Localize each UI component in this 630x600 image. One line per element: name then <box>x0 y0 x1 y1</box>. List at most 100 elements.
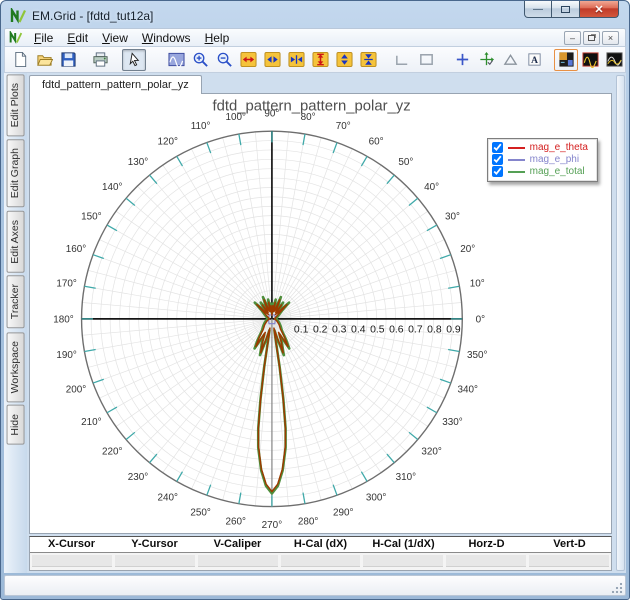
radial-label: 0.9 <box>446 325 461 336</box>
legend-label: mag_e_phi <box>529 154 580 165</box>
sidebar-tab-edit-graph[interactable]: Edit Graph <box>6 139 25 208</box>
angle-label: 170° <box>56 279 77 290</box>
add-marker-button[interactable] <box>450 49 474 71</box>
angle-label: 280° <box>298 517 319 528</box>
window-title: EM.Grid - [fdtd_tut12a] <box>32 8 154 23</box>
sidebar-tab-tracker[interactable]: Tracker <box>6 275 25 329</box>
maximize-icon <box>561 5 570 13</box>
angle-label: 340° <box>458 385 479 396</box>
tab-label: fdtd_pattern_pattern_polar_yz <box>42 79 189 91</box>
main-area: Edit Plots Edit Graph Edit Axes Tracker Work… <box>4 73 626 573</box>
readout-value-cell <box>197 555 278 567</box>
new-document-button[interactable] <box>8 49 32 71</box>
menu-windows[interactable]: Windows <box>135 30 198 46</box>
angle-label: 330° <box>442 417 463 428</box>
collapsed-panel-strip[interactable] <box>616 75 625 571</box>
sidebar-tab-hide[interactable]: Hide <box>6 404 25 445</box>
angle-label: 40° <box>424 182 439 193</box>
colormap-plot-button[interactable] <box>554 48 578 71</box>
tab-fdtd-pattern-pattern-polar-yz[interactable]: fdtd_pattern_pattern_polar_yz <box>29 75 202 94</box>
legend-entry-mag_e_total: mag_e_total <box>491 166 588 177</box>
save-button[interactable] <box>56 49 80 71</box>
menu-view[interactable]: View <box>95 30 135 46</box>
angle-tick <box>386 174 395 185</box>
angle-label: 230° <box>128 472 149 483</box>
shrink-horizontal-button[interactable] <box>284 49 308 71</box>
angle-label: 250° <box>190 508 211 519</box>
stretch-vertical-button[interactable] <box>308 49 332 71</box>
pointer-button[interactable] <box>122 48 146 71</box>
window-controls: — ✕ <box>524 1 619 18</box>
angle-label: 290° <box>333 508 354 519</box>
zoom-in-button[interactable] <box>188 49 212 71</box>
legend-checkbox-mag_e_theta[interactable] <box>491 142 503 153</box>
readout-header-y-cursor: Y-Cursor <box>131 538 178 550</box>
radial-label: 0.2 <box>313 325 328 336</box>
mdi-restore-button[interactable] <box>583 30 600 45</box>
angle-tick <box>106 224 118 232</box>
open-file-button[interactable] <box>32 49 56 71</box>
angle-tick <box>125 197 136 206</box>
legend: mag_e_theta mag_e_phi mag_e_total <box>486 138 598 182</box>
readout-value-cell <box>280 555 361 567</box>
toolbar: ALayout <box>4 47 626 73</box>
triangle-marker-button[interactable] <box>498 49 522 71</box>
radial-label: 0.8 <box>427 325 442 336</box>
plot-pan-button[interactable] <box>164 49 188 71</box>
close-button[interactable]: ✕ <box>579 1 619 18</box>
legend-line-icon <box>507 146 525 149</box>
angle-label: 30° <box>445 212 460 223</box>
resize-grip-icon[interactable] <box>612 582 623 593</box>
grid-spoke <box>271 269 456 320</box>
tab-bar: fdtd_pattern_pattern_polar_yz <box>29 74 612 94</box>
angle-label: 270° <box>262 520 283 531</box>
axes-marker-button[interactable] <box>474 49 498 71</box>
angle-label: 260° <box>225 517 246 528</box>
mdi-minimize-button[interactable]: – <box>564 30 581 45</box>
angle-label: 60° <box>369 136 384 147</box>
legend-entry-mag_e_theta: mag_e_theta <box>491 142 588 153</box>
mdi-close-button[interactable]: × <box>602 30 619 45</box>
sidebar-tab-edit-plots[interactable]: Edit Plots <box>6 74 25 137</box>
grid-spoke <box>222 137 273 319</box>
radial-label: 0.3 <box>332 325 347 336</box>
shrink-vertical-button[interactable] <box>356 49 380 71</box>
maximize-button[interactable] <box>552 1 579 18</box>
angle-label: 130° <box>128 157 149 168</box>
readout-header-vert-d: Vert-D <box>553 538 586 550</box>
minimize-button[interactable]: — <box>524 1 552 18</box>
frame-box-button[interactable] <box>414 49 438 71</box>
plot-panel: 0° 10° 20° 30° 40° 50° 60° 70° 80° 90° 100° 110° 120… <box>29 93 612 534</box>
text-label-button[interactable]: A <box>522 49 546 71</box>
legend-checkbox-mag_e_phi[interactable] <box>491 154 503 165</box>
sidebar-tab-workspace[interactable]: Workspace <box>6 331 25 402</box>
legend-checkbox-mag_e_total[interactable] <box>491 166 503 177</box>
radial-label: 0.4 <box>351 325 366 336</box>
angle-tick <box>426 406 438 414</box>
angle-label: 210° <box>81 417 102 428</box>
angle-label: 160° <box>66 244 87 255</box>
print-button[interactable] <box>88 49 112 71</box>
sidebar-tab-edit-axes[interactable]: Edit Axes <box>6 210 25 273</box>
angle-label: 50° <box>398 157 413 168</box>
menu-file[interactable]: File <box>27 30 60 46</box>
menu-help[interactable]: Help <box>198 30 237 46</box>
readout-header-h-cal-1-dx-: H-Cal (1/dX) <box>372 538 435 550</box>
angle-label: 240° <box>157 492 178 503</box>
stretch-horizontal-button[interactable] <box>236 49 260 71</box>
grid-spoke <box>87 318 273 368</box>
radial-label: 0.5 <box>370 325 385 336</box>
angle-label: 20° <box>460 244 475 255</box>
frame-corner-button[interactable] <box>390 49 414 71</box>
menu-edit[interactable]: Edit <box>60 30 95 46</box>
pan-vertical-button[interactable] <box>332 49 356 71</box>
app-logo-icon <box>10 5 27 24</box>
angle-label: 10° <box>470 279 485 290</box>
angle-label: 70° <box>336 121 351 132</box>
multi-plot-button[interactable] <box>602 49 625 71</box>
cartesian-plot-button[interactable] <box>578 49 602 71</box>
zoom-out-button[interactable] <box>212 49 236 71</box>
app-window: EM.Grid - [fdtd_tut12a] — ✕ File Edit View… <box>0 0 630 600</box>
pan-horizontal-button[interactable] <box>260 49 284 71</box>
readout-header-v-caliper: V-Caliper <box>213 538 262 550</box>
